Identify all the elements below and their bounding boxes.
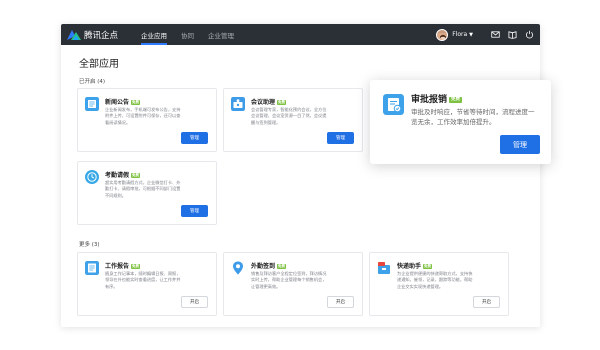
chevron-down-icon[interactable]: ▼ (469, 32, 473, 38)
free-badge: 免费 (449, 96, 463, 103)
qidian-logo-icon (67, 29, 81, 40)
main-nav: 企业应用 协同 企业管理 (134, 24, 241, 45)
location-pin-icon (233, 261, 243, 275)
top-nav-bar: 腾讯企点 企业应用 协同 企业管理 Flora ▼ (61, 24, 540, 45)
section-title-more: 更多 (3) (79, 242, 100, 248)
user-area: Flora ▼ (436, 24, 534, 45)
app-name-attendance: 考勤请假 (105, 172, 130, 179)
app-card-meeting[interactable]: 会议助理 免费 会议管理专家，智能化预约会议，全方位会议管理，会议室资源一目了然，… (223, 88, 363, 152)
report-icon (85, 261, 99, 275)
approval-icon (383, 94, 404, 115)
mail-icon[interactable] (491, 30, 500, 39)
username[interactable]: Flora (452, 31, 467, 38)
news-icon (85, 97, 99, 111)
main-content: 全部应用 已开启 (4) (61, 45, 540, 85)
free-badge: 免费 (131, 173, 141, 178)
app-name-meeting: 会议助理 (251, 99, 276, 106)
app-card-express[interactable]: 快递助手 免费 为企业提供便捷的快递寄取方式，支持快递通知，催领，记录，跟踪等功能… (369, 252, 509, 316)
avatar[interactable] (436, 28, 449, 41)
app-name-report: 工作报告 (105, 263, 130, 270)
app-name-checkin: 外勤签到 (251, 263, 276, 270)
enable-button-express[interactable]: 开启 (473, 296, 500, 308)
avatar-image (437, 32, 448, 40)
page-title: 全部应用 (79, 59, 119, 70)
app-window: 腾讯企点 企业应用 协同 企业管理 Flora ▼ 全部应用 已开启 (4) 新… (61, 24, 540, 327)
nav-tab-collaboration[interactable]: 协同 (174, 24, 201, 45)
app-card-report[interactable]: 工作报告 免费 随身工作记事本，随时编辑日报、周报，领导在外也能实时查看进度，让工… (77, 252, 217, 316)
app-card-checkin[interactable]: 外勤签到 免费 销售及拜访客户全程定位签到，拜访情况实时上传，帮助企业管理每个销售… (223, 252, 363, 316)
express-box-icon (378, 262, 390, 274)
app-desc-news: 企业新闻发布，手机端可发布公告，支持附件上传，可设置附件可保存，还可以查看阅读情… (105, 107, 181, 125)
nav-tab-enterprise-management[interactable]: 企业管理 (201, 24, 241, 45)
free-badge: 免费 (131, 264, 141, 269)
app-desc-checkin: 销售及拜访客户全程定位签到，拜访情况实时上传，帮助企业管理每个销售机会，让管理更… (251, 271, 327, 289)
book-icon[interactable] (508, 30, 517, 39)
free-badge: 免费 (277, 100, 287, 105)
app-card-attendance[interactable]: 考勤请假 免费 超实用考勤请假方式，企业微信打卡、外勤打卡、请假审批，可根据不同部… (77, 161, 217, 225)
enable-button-checkin[interactable]: 开启 (327, 296, 354, 308)
attendance-icon (85, 170, 99, 184)
app-name-express: 快递助手 (397, 263, 422, 270)
app-desc-approval: 审批及时响应，节省等待时间，流程进度一览无余，工作效率加倍提升。 (411, 108, 535, 126)
manage-button-approval[interactable]: 管理 (500, 135, 540, 154)
app-name-news: 新闻公告 (105, 99, 130, 106)
enable-button-report[interactable]: 开启 (181, 296, 208, 308)
free-badge: 免费 (423, 264, 433, 269)
app-card-approval-popup[interactable]: 审批报销 免费 审批及时响应，节省等待时间，流程进度一览无余，工作效率加倍提升。 … (370, 80, 551, 164)
app-name: 腾讯企点 (84, 30, 119, 41)
app-card-news[interactable]: 新闻公告 免费 企业新闻发布，手机端可发布公告，支持附件上传，可设置附件可保存，还… (77, 88, 217, 152)
nav-tab-enterprise-apps[interactable]: 企业应用 (134, 24, 174, 45)
brand[interactable]: 腾讯企点 (67, 29, 118, 41)
app-desc-attendance: 超实用考勤请假方式，企业微信打卡、外勤打卡、请假审批，可根据不同部门设置不同规则… (105, 180, 181, 198)
free-badge: 免费 (277, 264, 287, 269)
manage-button-news[interactable]: 管理 (181, 132, 208, 144)
app-name-approval: 审批报销 (411, 95, 448, 105)
free-badge: 免费 (131, 100, 141, 105)
manage-button-meeting[interactable]: 管理 (327, 132, 354, 144)
manage-button-attendance[interactable]: 管理 (181, 205, 208, 217)
meeting-icon (231, 97, 245, 111)
power-icon[interactable] (525, 30, 534, 39)
app-desc-report: 随身工作记事本，随时编辑日报、周报，领导在外也能实时查看进度，让工作井井有序。 (105, 271, 181, 289)
app-desc-express: 为企业提供便捷的快递寄取方式，支持快递通知，催领，记录，跟踪等功能，帮助企业交实… (397, 271, 473, 289)
app-desc-meeting: 会议管理专家，智能化预约会议，全方位会议管理，会议室资源一目了然，会议提醒与签到… (251, 107, 327, 125)
